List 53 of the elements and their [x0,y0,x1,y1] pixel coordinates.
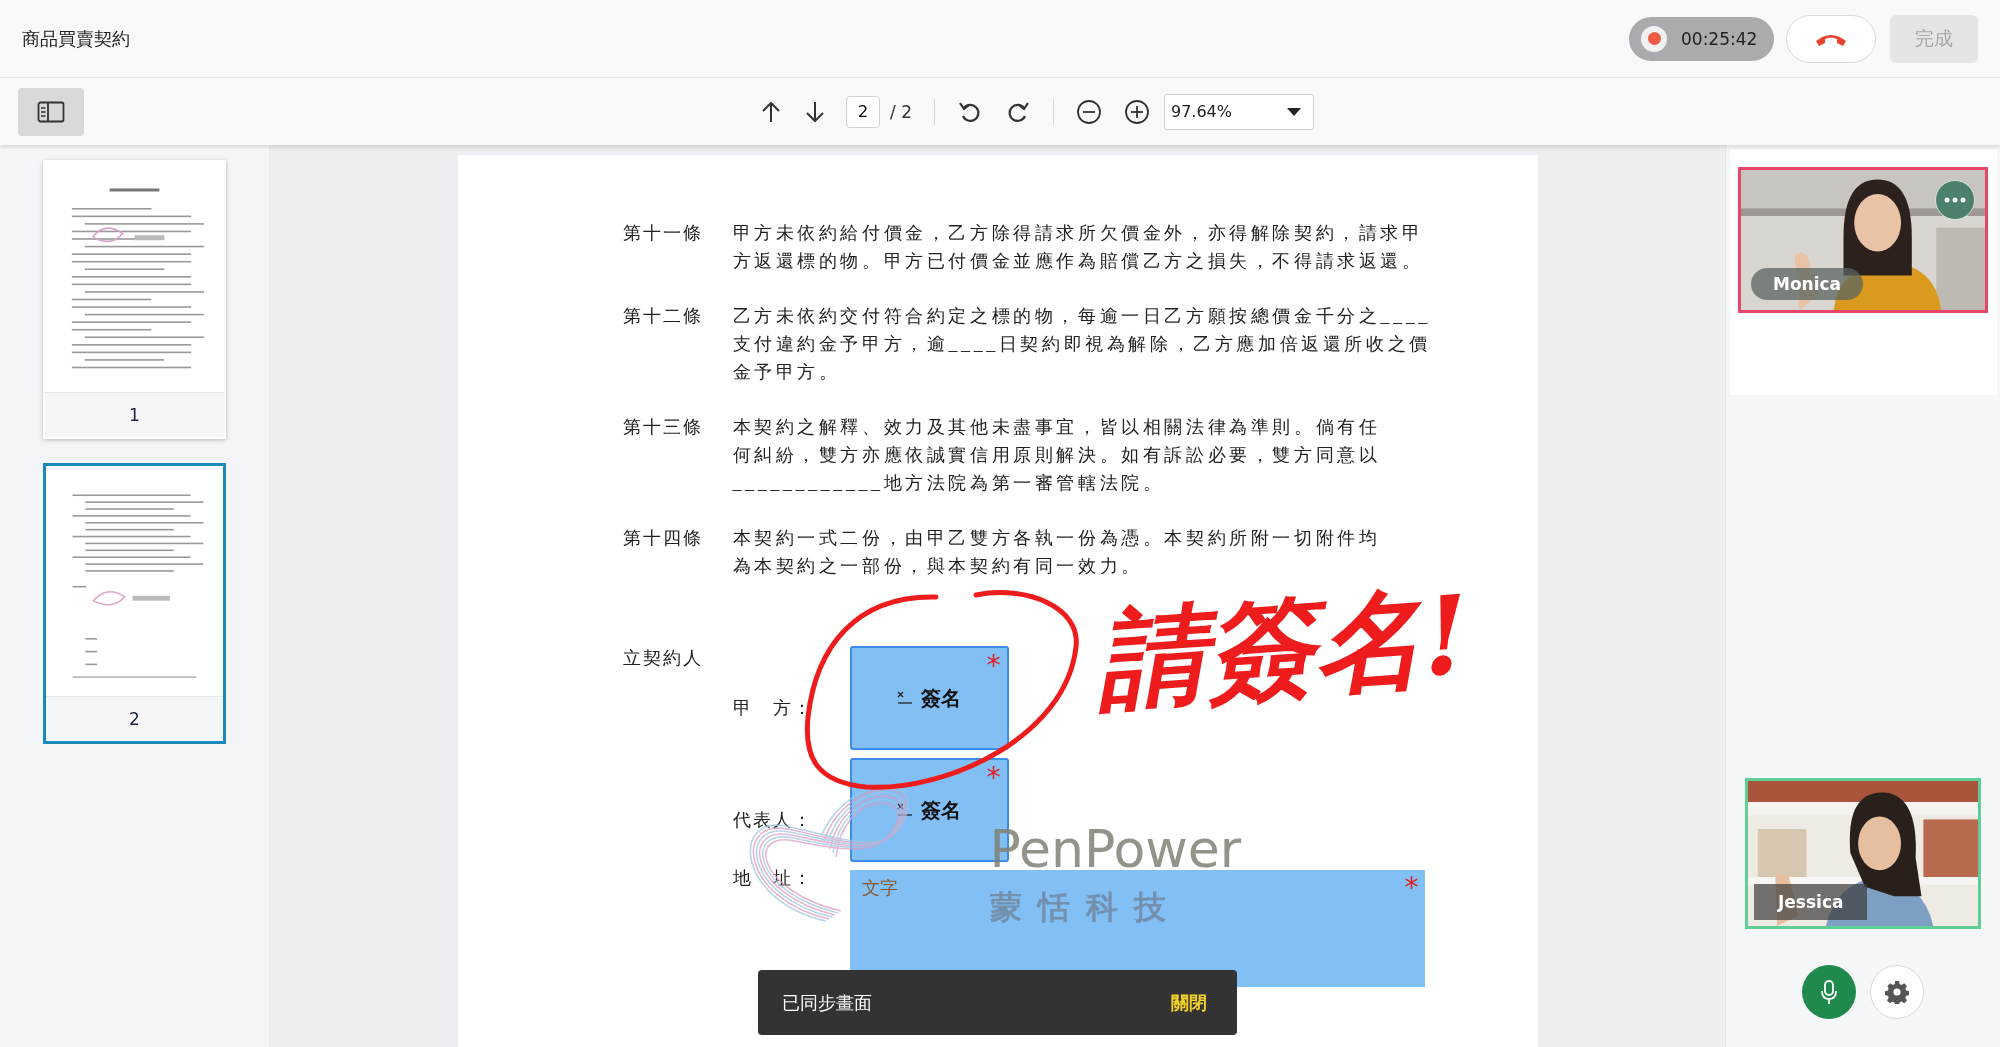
article-text: 為本契約之一部份，與本契約有同一效力。 [732,555,1144,578]
article-text: 金予甲方。 [732,361,842,384]
recording-time: 00:25:42 [1681,28,1758,49]
page-thumbnail[interactable]: 1 [43,160,226,439]
signature-field[interactable]: 簽名 * [849,646,1009,750]
field-label: 地 址： [732,867,814,890]
page-total: / 2 [890,101,912,122]
zoom-out-icon[interactable] [1075,98,1102,125]
caret-icon [1286,107,1301,116]
page-thumbnail[interactable]: 2 [43,463,226,744]
more-icon [1944,197,1966,203]
zoom-dropdown[interactable]: 97.64% [1163,93,1314,130]
article-text: 本契約之解釋、效力及其他未盡事宜，皆以相關法律為準則。倘有任 [732,416,1381,439]
microphone-icon [1820,979,1838,1005]
zoom-in-icon[interactable] [1123,98,1150,125]
arrow-up-icon[interactable] [760,99,782,124]
article-text: 何糾紛，雙方亦應依誠實信用原則解決。如有訴訟必要，雙方同意以 [732,444,1381,467]
gear-icon [1885,980,1909,1004]
required-mark: * [1404,874,1419,902]
field-label: 甲 方： [732,697,814,720]
microphone-button[interactable] [1802,965,1856,1019]
required-mark: * [986,764,1001,792]
sidebar-toggle-button[interactable] [18,87,84,136]
sign-here-icon [897,691,913,705]
participant-name: Jessica [1754,884,1868,920]
article-number: 第十一條 [622,222,704,245]
article-number: 第十二條 [622,305,704,328]
article-text: 甲方未依約給付價金，乙方除得請求所欠價金外，亦得解除契約，請求甲 [732,222,1424,245]
article-text: ____________地方法院為第一審管轄法院。 [732,472,1166,495]
signatory-heading: 立契約人 [622,647,704,670]
arrow-down-icon[interactable] [804,99,826,124]
sidebar-icon [37,100,65,123]
close-link[interactable]: 關閉 [1171,990,1207,1015]
article-number: 第十三條 [622,416,704,439]
record-icon [1641,25,1667,52]
hang-up-button[interactable] [1786,14,1876,63]
document-title: 商品買賣契約 [22,26,130,51]
article-text: 方返還標的物。甲方已付價金並應作為賠償乙方之損失，不得請求返還。 [732,250,1424,273]
logo-subtitle: 蒙恬科技 [989,891,1182,923]
article-number: 第十四條 [622,527,704,550]
sign-here-icon [897,803,913,817]
page-number-field[interactable]: 2 [846,95,880,128]
article-text: 支付違約金予甲方，逾____日契約即視為解除，乙方應加倍返還所收之價 [732,333,1431,356]
article-text: 乙方未依約交付符合約定之標的物，每逾一日乙方願按總價金千分之____ [732,305,1431,328]
field-label: 代表人： [732,809,814,832]
settings-button[interactable] [1870,965,1924,1019]
field-placeholder: 文字 [861,876,898,900]
toast-message: 已同步畫面 [782,990,872,1015]
article-text: 本契約一式二份，由甲乙雙方各執一份為憑。本契約所附一切附件均 [732,527,1381,550]
page-number: 1 [45,392,224,437]
participant-name: Monica [1751,268,1864,300]
required-mark: * [986,652,1001,680]
page-number: 2 [46,696,223,741]
